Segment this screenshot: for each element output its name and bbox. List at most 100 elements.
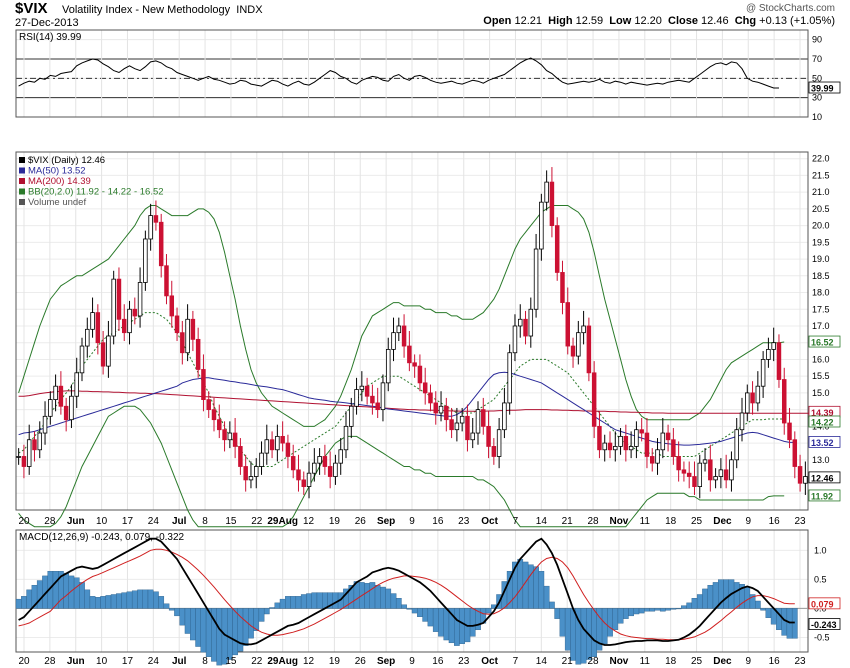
macd-histogram-bar xyxy=(559,608,566,637)
macd-x-tick-label: Jun xyxy=(67,656,85,667)
candle-body xyxy=(481,409,486,427)
macd-histogram-bar xyxy=(63,572,70,609)
price-legend-item: Volume undef xyxy=(28,197,86,208)
macd-x-tick-label: 9 xyxy=(745,656,751,667)
macd-histogram-bar xyxy=(179,608,186,626)
price-y-tick-label: 17.5 xyxy=(812,304,830,314)
candle-body xyxy=(613,446,618,451)
candle-body xyxy=(655,449,660,464)
price-x-tick-label: 8 xyxy=(202,516,208,527)
macd-y-tick-label: -0.5 xyxy=(814,632,830,642)
macd-histogram-bar xyxy=(147,589,154,609)
price-x-tick-label: 16 xyxy=(769,516,781,527)
candle-body xyxy=(702,459,708,464)
price-legend-item: $VIX (Daily) 12.46 xyxy=(28,155,105,166)
candle-body xyxy=(533,248,539,310)
candle-body xyxy=(32,439,37,451)
macd-histogram-bar xyxy=(26,589,33,609)
candle-body xyxy=(597,425,602,451)
macd-y-tick-label: 1.0 xyxy=(814,545,827,555)
macd-x-tick-label: 15 xyxy=(225,656,237,667)
candle-body xyxy=(459,415,465,424)
macd-x-tick-label: Dec xyxy=(713,656,732,667)
candle-body xyxy=(760,359,766,387)
price-legend-swatch xyxy=(19,178,25,184)
candle-body xyxy=(364,385,370,397)
macd-histogram-bar xyxy=(263,608,270,615)
candle-body xyxy=(90,312,95,330)
macd-histogram-bar xyxy=(723,579,730,609)
candle-body xyxy=(644,432,650,457)
macd-histogram-bar xyxy=(527,564,534,609)
candle-body xyxy=(554,225,560,273)
price-legend-swatch xyxy=(19,199,25,205)
macd-x-tick-label: 26 xyxy=(355,656,367,667)
candle-body xyxy=(412,362,417,367)
macd-x-tick-label: 20 xyxy=(18,656,30,667)
rsi-legend: RSI(14) 39.99 xyxy=(19,32,82,43)
candle-body xyxy=(63,405,69,421)
macd-histogram-bar xyxy=(707,584,714,609)
candle-body xyxy=(581,325,586,334)
price-legend-item: BB(20,2.0) 11.92 - 14.22 - 16.52 xyxy=(28,187,164,198)
macd-histogram-bar xyxy=(153,591,159,609)
macd-legend: MACD(12,26,9) -0.243, 0.079, -0.322 xyxy=(19,532,185,543)
macd-histogram-bar xyxy=(258,608,265,622)
candle-body xyxy=(375,402,380,411)
candle-body xyxy=(211,409,217,421)
macd-histogram-bar xyxy=(432,608,439,632)
candle-body xyxy=(723,469,729,481)
candle-body xyxy=(275,435,280,451)
candle-body xyxy=(69,395,74,421)
price-x-tick-label: 22 xyxy=(251,516,263,527)
macd-histogram-bar xyxy=(374,584,381,609)
ma50-last-label: 13.52 xyxy=(811,438,834,448)
macd-signal-last-label: 0.079 xyxy=(811,599,834,609)
price-x-tick-label: Jul xyxy=(172,516,187,527)
candle-body xyxy=(507,352,512,404)
candle-body xyxy=(312,462,317,474)
macd-x-tick-label: 28 xyxy=(44,656,56,667)
macd-histogram-bar xyxy=(300,594,307,609)
macd-histogram-bar xyxy=(21,596,27,609)
macd-histogram-bar xyxy=(395,598,402,609)
candle-body xyxy=(106,335,111,367)
macd-histogram-bar xyxy=(116,593,122,609)
candle-body xyxy=(21,456,27,467)
macd-histogram-bar xyxy=(411,608,418,614)
price-y-tick-label: 21.5 xyxy=(812,170,830,180)
candle-body xyxy=(686,472,692,477)
candle-body xyxy=(444,405,449,421)
candle-body xyxy=(343,425,349,451)
candle-body xyxy=(771,342,776,350)
candle-body xyxy=(417,365,423,384)
price-y-tick-label: 19.0 xyxy=(812,254,830,264)
candle-body xyxy=(496,429,502,457)
macd-x-tick-label: 8 xyxy=(202,656,208,667)
candle-body xyxy=(137,282,143,317)
macd-histogram-bar xyxy=(469,608,476,637)
candle-body xyxy=(238,446,243,467)
ma50-line xyxy=(18,371,795,446)
candle-body xyxy=(539,201,544,250)
price-legend-swatch xyxy=(19,188,25,195)
macd-histogram-bar xyxy=(316,592,323,609)
macd-histogram-bar xyxy=(570,608,576,661)
candle-body xyxy=(85,328,90,347)
macd-histogram-bar xyxy=(696,594,703,609)
macd-histogram-bar xyxy=(73,577,80,609)
candle-body xyxy=(565,302,571,347)
macd-histogram-bar xyxy=(712,582,719,609)
macd-histogram-bar xyxy=(285,596,291,609)
price-x-tick-label: Sep xyxy=(377,516,395,527)
macd-histogram-bar xyxy=(649,608,656,612)
candle-body xyxy=(164,265,169,297)
macd-histogram-bar xyxy=(126,591,133,609)
macd-histogram-bar xyxy=(195,608,202,647)
macd-histogram-bar xyxy=(549,601,555,609)
candle-body xyxy=(285,442,291,457)
macd-x-tick-label: Oct xyxy=(481,656,498,667)
candle-body xyxy=(713,476,718,481)
macd-histogram-bar xyxy=(184,608,191,634)
price-y-tick-label: 20.5 xyxy=(812,204,830,214)
